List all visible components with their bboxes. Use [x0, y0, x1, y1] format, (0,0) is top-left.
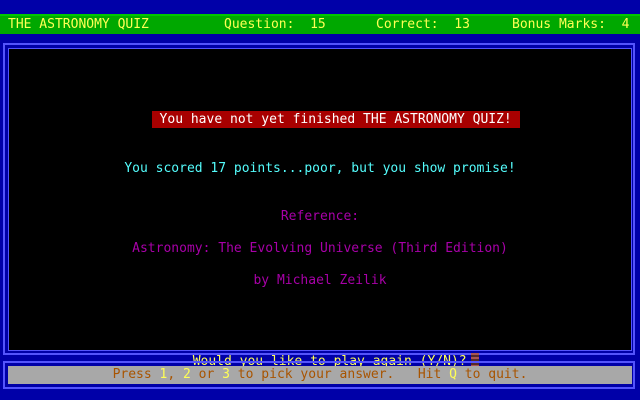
help-sep: ,	[167, 367, 184, 382]
correct-value: 13	[454, 17, 470, 32]
question-label: Question:	[224, 17, 295, 32]
correct-label: Correct:	[376, 17, 439, 32]
reference-author: by Michael Zeilik	[253, 273, 387, 288]
correct-counter: Correct: 13	[376, 17, 470, 33]
question-value: 15	[310, 17, 326, 32]
bonus-counter: Bonus Marks: 4	[512, 17, 629, 33]
help-key-2: 2	[183, 367, 191, 382]
score-message: You scored 17 points...poor, but you sho…	[124, 161, 516, 176]
help-key-q: Q	[449, 367, 457, 382]
question-counter: Question: 15	[224, 17, 326, 33]
quiz-screen: THE ASTRONOMY QUIZ Question: 15 Correct:…	[0, 0, 640, 400]
bonus-label: Bonus Marks:	[512, 17, 606, 32]
help-press: Press	[112, 367, 160, 382]
status-bar: THE ASTRONOMY QUIZ Question: 15 Correct:…	[0, 14, 640, 34]
help-quit: to quit.	[456, 367, 528, 382]
quiz-title: THE ASTRONOMY QUIZ	[8, 17, 149, 32]
unfinished-banner: You have not yet finished THE ASTRONOMY …	[151, 111, 520, 128]
bonus-value: 4	[621, 17, 630, 32]
help-or: or	[190, 367, 223, 382]
help-pick: to pick your answer. Hit	[229, 367, 450, 382]
unfinished-banner-row: You have not yet finished THE ASTRONOMY …	[0, 96, 640, 144]
main-panel	[8, 48, 632, 351]
help-key-3: 3	[222, 367, 230, 382]
reference-label: Reference:	[280, 209, 360, 224]
help-bar: Press 1, 2 or 3 to pick your answer. Hit…	[8, 366, 632, 384]
reference-title: Astronomy: The Evolving Universe (Third …	[132, 241, 508, 256]
